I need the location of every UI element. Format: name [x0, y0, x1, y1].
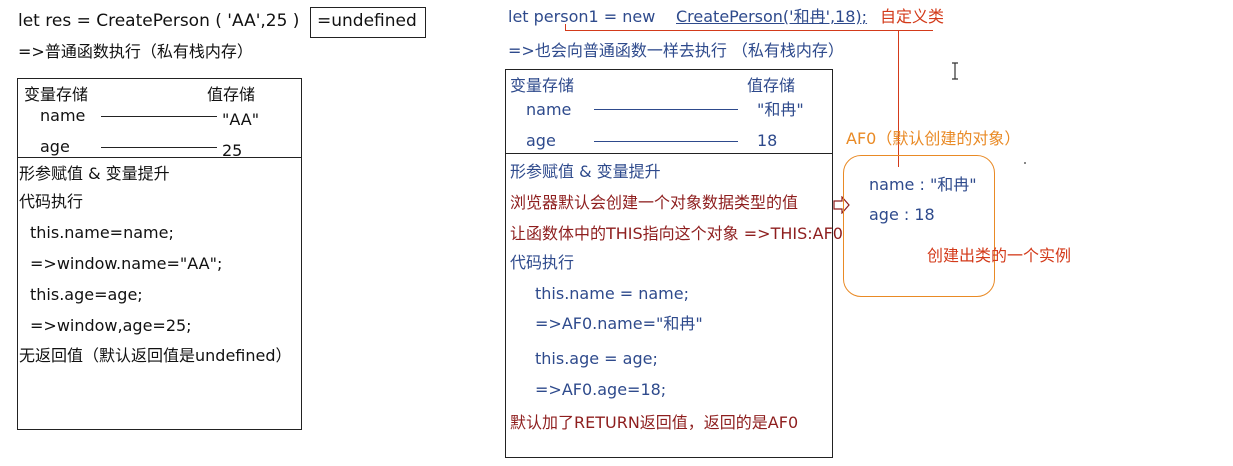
left-step: this.name=name;: [30, 223, 174, 242]
right-step: 默认加了RETURN返回值，返回的是AF0: [510, 413, 799, 432]
right-val-header: 值存储: [747, 76, 796, 95]
right-note: =>也会向普通函数一样去执行 （私有栈内存）: [508, 41, 844, 60]
right-row-name: age: [526, 131, 556, 150]
left-step: 无返回值（默认返回值是undefined）: [19, 346, 292, 365]
right-step: =>AF0.age=18;: [535, 380, 667, 399]
right-step: 形参赋值 & 变量提升: [510, 162, 661, 181]
right-code-prefix: let person1 = new: [508, 7, 656, 26]
heap-prop: age : 18: [869, 205, 935, 224]
left-step: 代码执行: [19, 192, 84, 211]
left-row-name: name: [40, 106, 86, 125]
right-step: =>AF0.name="和冉": [535, 314, 703, 333]
heap-label: AF0（默认创建的对象）: [846, 129, 1021, 148]
left-step: this.age=age;: [30, 285, 143, 304]
left-val-header: 值存储: [207, 85, 256, 104]
right-var-header: 变量存储: [510, 76, 575, 95]
left-note: =>普通函数执行（私有栈内存）: [18, 42, 253, 61]
right-row-name: name: [526, 100, 572, 119]
right-step: this.age = age;: [535, 349, 658, 368]
speck-mark: [1024, 162, 1026, 164]
instance-note: 创建出类的一个实例: [927, 246, 1072, 265]
class-pointer-line-a: [565, 24, 566, 31]
left-row-value: 25: [222, 141, 243, 160]
left-step: =>window.name="AA";: [30, 254, 223, 273]
left-step: =>window,age=25;: [30, 316, 192, 335]
right-row-value: "和冉": [757, 100, 804, 119]
custom-class-underline: [565, 30, 933, 31]
result-box-text: =undefined: [317, 11, 417, 31]
right-step: 代码执行: [510, 253, 575, 272]
left-row-connector: [101, 147, 217, 148]
right-row-value: 18: [757, 131, 778, 150]
left-step: 形参赋值 & 变量提升: [19, 164, 170, 183]
right-row-connector: [594, 141, 738, 142]
left-row-value: "AA": [222, 110, 260, 129]
left-var-header: 变量存储: [24, 85, 89, 104]
text-cursor-icon: [952, 62, 958, 80]
right-code-call: CreatePerson('和冉',18);: [676, 7, 868, 26]
left-code-line: let res = CreatePerson ( 'AA',25 ): [18, 11, 300, 31]
right-step: 让函数体中的THIS指向这个对象 =>THIS:AF0: [510, 224, 843, 243]
custom-class-label: 自定义类: [880, 7, 945, 26]
left-row-connector: [101, 116, 217, 117]
right-step: this.name = name;: [535, 284, 689, 303]
right-step: 浏览器默认会创建一个对象数据类型的值: [510, 193, 799, 212]
right-stack-divider: [505, 153, 833, 154]
left-stack-divider: [17, 157, 302, 158]
left-row-name: age: [40, 137, 70, 156]
heap-prop: name : "和冉": [869, 175, 977, 194]
right-row-connector: [594, 109, 738, 110]
